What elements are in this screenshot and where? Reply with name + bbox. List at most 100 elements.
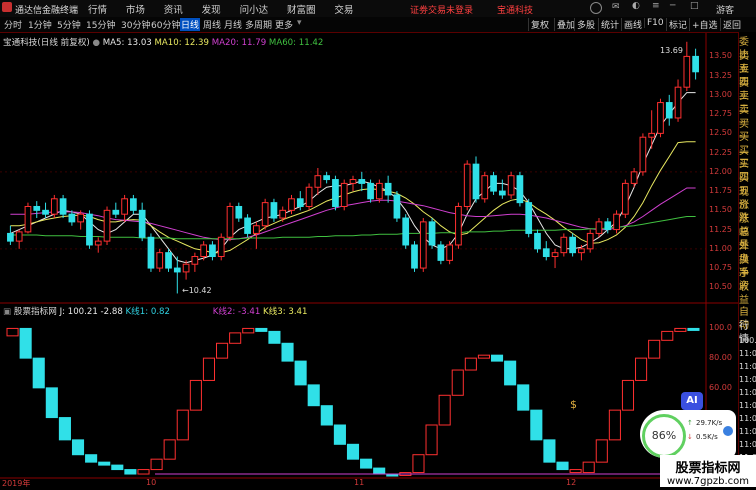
candle <box>507 171 515 199</box>
app-name: 通达信金融终端 <box>15 6 79 16</box>
candle-body-down <box>42 209 49 215</box>
ai-assistant-button[interactable]: AI <box>681 392 703 410</box>
tab-period-weekly[interactable]: 周线 <box>203 18 221 31</box>
indicator-name[interactable]: 股票指标网 <box>14 307 57 317</box>
indicator-menu-icon[interactable]: ▣ <box>3 307 14 317</box>
candle-body-down <box>604 221 612 231</box>
candle-body-down <box>59 198 67 215</box>
money-bag-icon[interactable]: $ <box>570 398 577 411</box>
candle-body-down <box>332 179 339 207</box>
network-monitor[interactable]: 86% ↑ 29.7K/s ↓ 0.5K/s <box>640 410 736 458</box>
candle <box>446 241 453 265</box>
candle <box>419 218 427 272</box>
indicator-bar-down <box>490 354 504 362</box>
candle <box>621 179 629 219</box>
candle-body-down <box>323 175 331 181</box>
minimize-icon[interactable]: ─ <box>670 1 675 11</box>
indicator-bar-down <box>281 342 294 362</box>
candle <box>112 202 120 219</box>
ma60-value: MA60: 11.42 <box>268 38 324 48</box>
candle-body-up <box>349 179 357 184</box>
indicator-bar-down <box>360 458 373 469</box>
candle <box>358 171 366 192</box>
indicator-bar-down <box>543 439 556 463</box>
menu-wealth[interactable]: 财富圈 <box>287 5 316 16</box>
period-toolbar: 分时 1分钟 5分钟 15分钟 30分钟 60分钟 日线 周线 月线 多周期 更… <box>0 17 756 33</box>
menu-assistant[interactable]: 问小达 <box>240 5 269 16</box>
tab-period-1min[interactable]: 1分钟 <box>28 18 52 31</box>
kline-chart[interactable] <box>0 33 738 487</box>
stats-button[interactable]: 统计 <box>598 18 621 31</box>
tab-period-multi[interactable]: 多周期 <box>245 18 272 31</box>
indicator-bar-down <box>556 461 569 471</box>
candle <box>692 48 699 80</box>
indicator-bar-up <box>582 461 595 474</box>
user-icon[interactable] <box>590 2 602 14</box>
login-notice[interactable]: 证劵交易未登录 <box>410 3 473 16</box>
indicator-bar-up <box>464 357 477 371</box>
quote-sidebar: 委比 卖五 卖四 卖三 卖二 卖一 买一 买二 买三 买四 买五 现价 涨跌 涨幅 总量 外盘 换手 净资 收益 自动… <box>738 32 756 488</box>
tab-period-more[interactable]: 更多 <box>275 18 293 31</box>
candle-body-down <box>384 182 392 196</box>
maximize-icon[interactable]: □ <box>690 1 699 11</box>
indicator-bar-up <box>150 458 163 471</box>
sidebar-item[interactable]: 收益 <box>739 281 756 307</box>
tab-period-daily[interactable]: 日线 <box>180 18 201 31</box>
candle <box>244 214 251 238</box>
draw-line-button[interactable]: 画线 <box>621 18 644 31</box>
tab-period-30min[interactable]: 30分钟 <box>121 18 150 31</box>
tab-period-60min[interactable]: 60分钟 <box>151 18 180 31</box>
price-tick: 10.75 <box>709 263 732 273</box>
menu-trade[interactable]: 交易 <box>334 5 353 16</box>
guest-label[interactable]: 游客 <box>716 3 734 16</box>
more-chevron-icon[interactable]: ▾ <box>297 18 302 28</box>
candle <box>455 202 462 249</box>
settings-icon[interactable]: ≡ <box>652 1 660 11</box>
refresh-icon[interactable] <box>723 426 733 436</box>
indicator-bar-down <box>32 357 45 389</box>
candle <box>586 229 594 253</box>
x-label-year: 2019年 <box>2 479 31 488</box>
candle <box>121 194 128 222</box>
candle <box>305 183 313 211</box>
high-price-label: 13.69 <box>660 46 683 55</box>
menu-news[interactable]: 资讯 <box>164 5 183 16</box>
candle <box>7 225 14 245</box>
candle <box>367 179 374 203</box>
back-button[interactable]: 返回 <box>720 18 743 31</box>
f10-button[interactable]: F10 <box>644 18 666 28</box>
indicator-bar-up <box>438 394 451 426</box>
tab-period-15min[interactable]: 15分钟 <box>86 18 115 31</box>
indicator-j-value: J: 100.21 <box>59 307 98 317</box>
candle-body-up <box>595 221 603 234</box>
fuquan-button[interactable]: 复权 <box>528 18 551 31</box>
indicator-bar-up <box>412 454 425 474</box>
sidebar-tick: 11:07 <box>739 440 756 449</box>
candle-body-up <box>314 175 322 188</box>
candle-body-up <box>613 213 620 231</box>
menu-market[interactable]: 市场 <box>126 5 145 16</box>
indicator-bar-down <box>255 327 268 332</box>
indicator-bar-down <box>504 360 517 386</box>
message-icon[interactable]: ✉ <box>612 2 620 12</box>
tab-period-fenshi[interactable]: 分时 <box>4 18 22 31</box>
multi-stock-button[interactable]: 多股 <box>574 18 597 31</box>
candle-body-down <box>437 244 445 261</box>
candle-body-up <box>305 186 313 207</box>
tab-period-5min[interactable]: 5分钟 <box>57 18 81 31</box>
indicator-bar-down <box>268 330 281 344</box>
mark-button[interactable]: 标记 <box>666 18 689 31</box>
skin-icon[interactable]: ◐ <box>632 1 640 11</box>
candle <box>463 160 471 211</box>
add-watchlist-button[interactable]: +自选 <box>689 18 720 31</box>
candle-body-up <box>50 198 58 215</box>
indicator-bar-up <box>163 439 176 460</box>
menu-quotes[interactable]: 行情 <box>88 5 107 16</box>
menu-discover[interactable]: 发现 <box>202 5 221 16</box>
tab-period-monthly[interactable]: 月线 <box>224 18 242 31</box>
ma5-value: MA5: 13.03 <box>102 38 152 48</box>
candle-body-up <box>217 236 225 258</box>
indicator-bar-up <box>635 357 648 381</box>
candle-body-down <box>516 175 524 204</box>
candle <box>639 133 647 176</box>
